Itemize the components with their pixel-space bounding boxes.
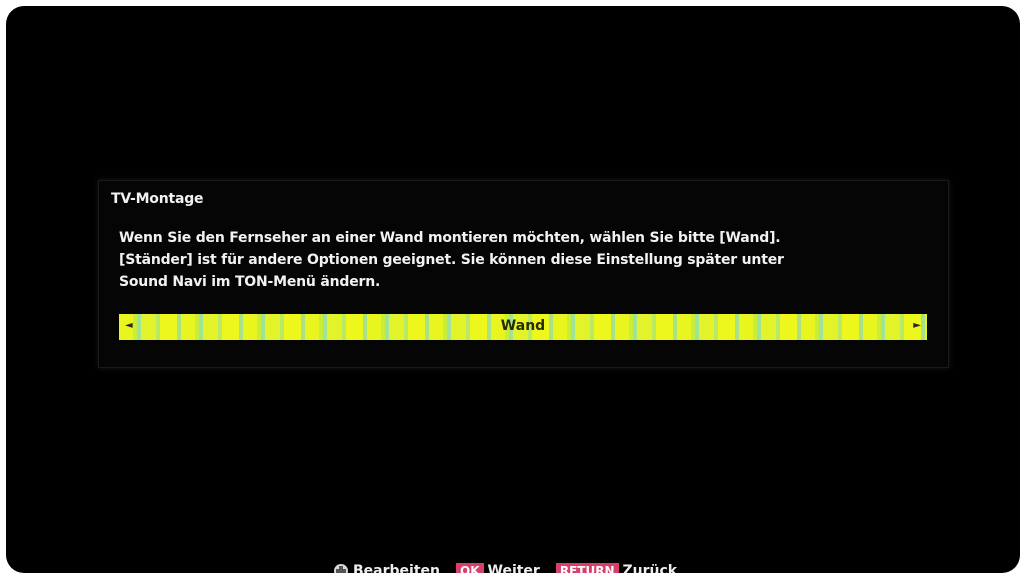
dialog-title: TV-Montage — [111, 191, 204, 207]
ok-key-badge[interactable]: OK — [456, 563, 484, 573]
back-hint-label[interactable]: Zurück — [623, 563, 678, 573]
dialog-description: Wenn Sie den Fernseher an einer Wand mon… — [119, 227, 919, 293]
edit-hint-label[interactable]: Bearbeiten — [353, 563, 440, 573]
return-key-badge[interactable]: RETURN — [555, 563, 619, 573]
selected-option: Wand — [500, 318, 546, 334]
next-hint-label[interactable]: Weiter — [488, 563, 540, 573]
description-line: [Ständer] ist für andere Optionen geeign… — [119, 252, 784, 268]
dpad-icon — [334, 564, 348, 573]
button-hint-bar: Bearbeiten OK Weiter RETURN Zurück — [334, 560, 677, 573]
arrow-right-icon[interactable]: ► — [913, 320, 921, 331]
tv-screen: TV-Montage Wenn Sie den Fernseher an ein… — [6, 6, 1020, 573]
description-line: Wenn Sie den Fernseher an einer Wand mon… — [119, 230, 781, 246]
mount-option-selector[interactable]: ◄ Wand ► — [119, 314, 927, 340]
tv-mount-dialog: TV-Montage Wenn Sie den Fernseher an ein… — [98, 180, 949, 368]
description-line: Sound Navi im TON-Menü ändern. — [119, 274, 381, 290]
